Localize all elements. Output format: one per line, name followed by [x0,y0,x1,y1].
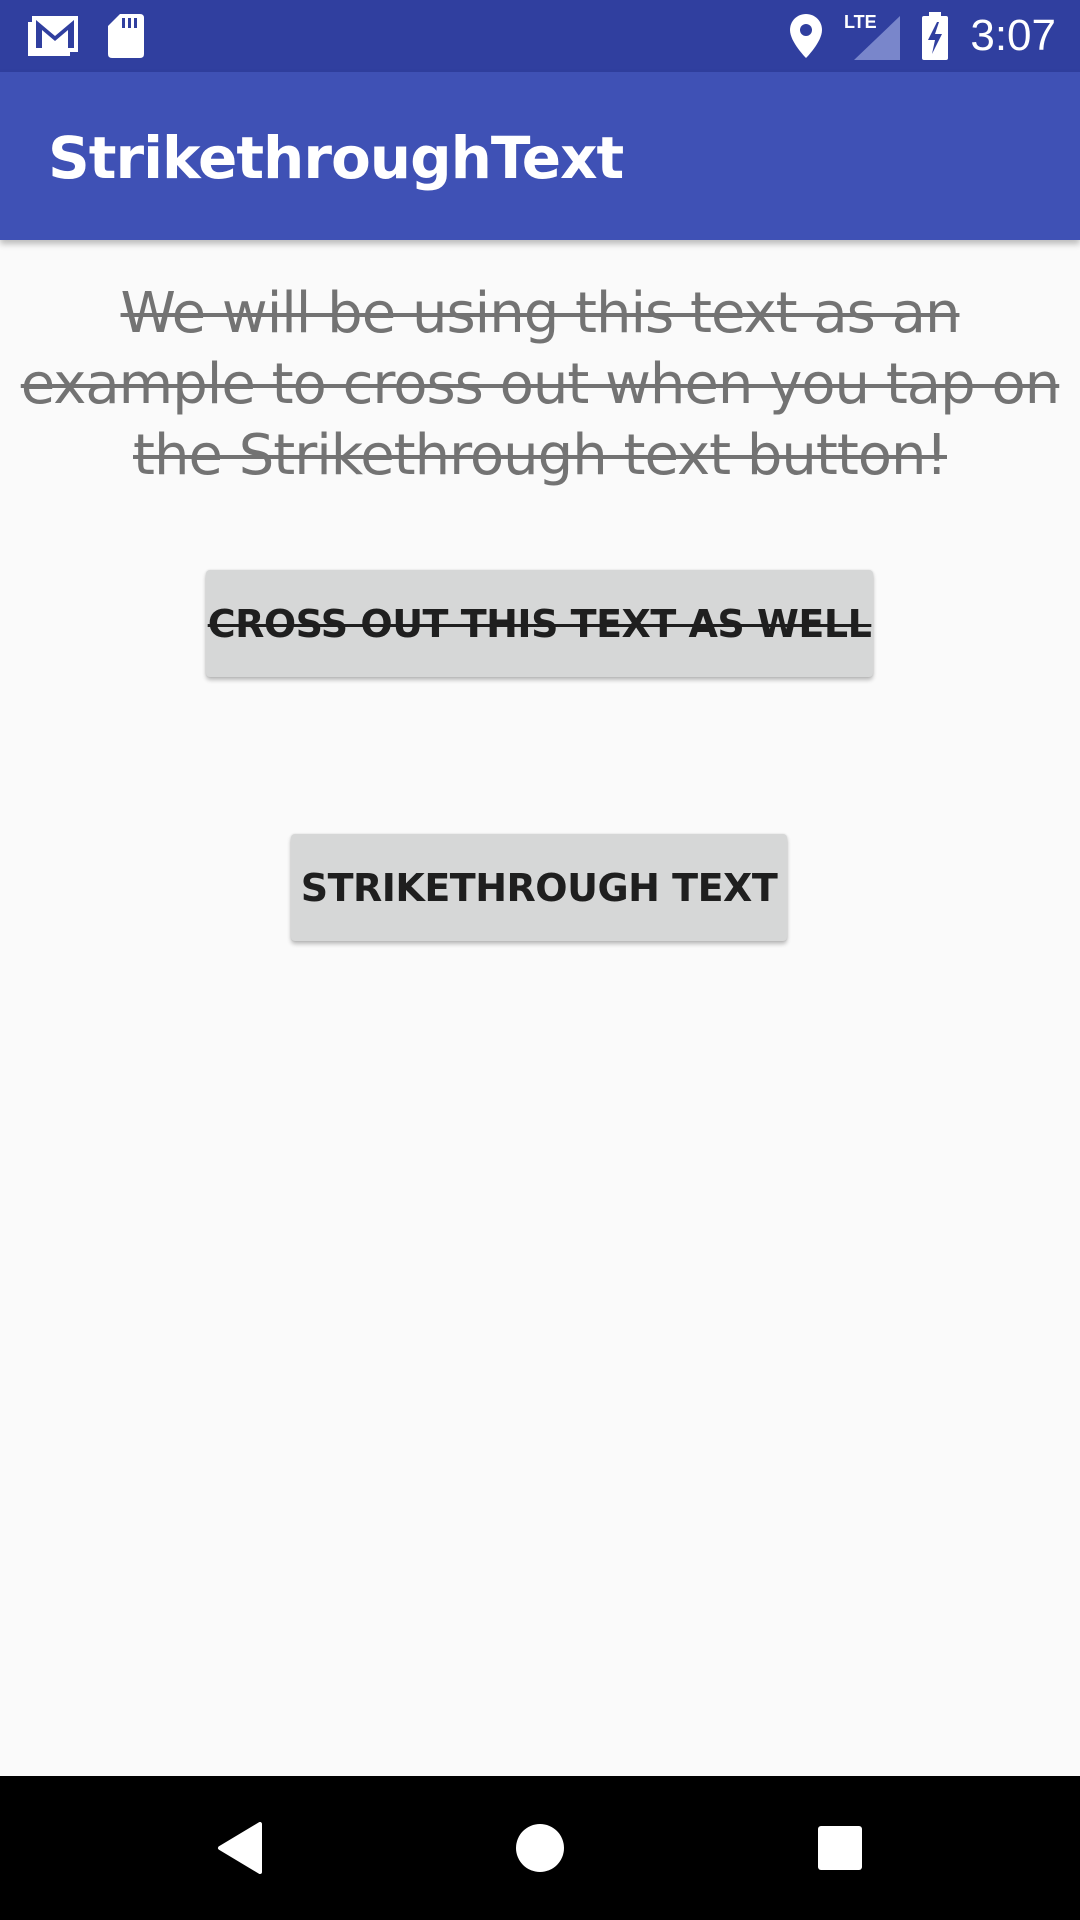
main-content: We will be using this text as an example… [0,240,1080,1776]
recents-icon [818,1826,862,1870]
gmail-icon [28,16,78,56]
back-button[interactable] [200,1808,280,1888]
status-time: 3:07 [970,11,1056,60]
strikethrough-button-label: STRIKETHROUGH TEXT [300,865,778,910]
lte-signal-icon: LTE [842,10,902,60]
back-icon [218,1822,262,1874]
app-title: StrikethroughText [48,124,624,192]
cross-out-button[interactable]: CROSS OUT THIS TEXT AS WELL [206,570,873,677]
status-bar: LTE 3:07 [0,0,1080,72]
navigation-bar [0,1776,1080,1920]
example-text: We will be using this text as an example… [20,281,1060,488]
cross-out-button-label: CROSS OUT THIS TEXT AS WELL [207,601,872,646]
battery-charging-icon [922,12,948,60]
app-bar: StrikethroughText [0,72,1080,240]
home-icon [516,1824,564,1872]
strikethrough-button[interactable]: STRIKETHROUGH TEXT [291,834,787,941]
location-icon [790,14,822,58]
recents-button[interactable] [800,1808,880,1888]
sd-card-icon [108,14,144,58]
home-button[interactable] [500,1808,580,1888]
screen: LTE 3:07 StrikethroughText We will be us… [0,0,1080,1920]
